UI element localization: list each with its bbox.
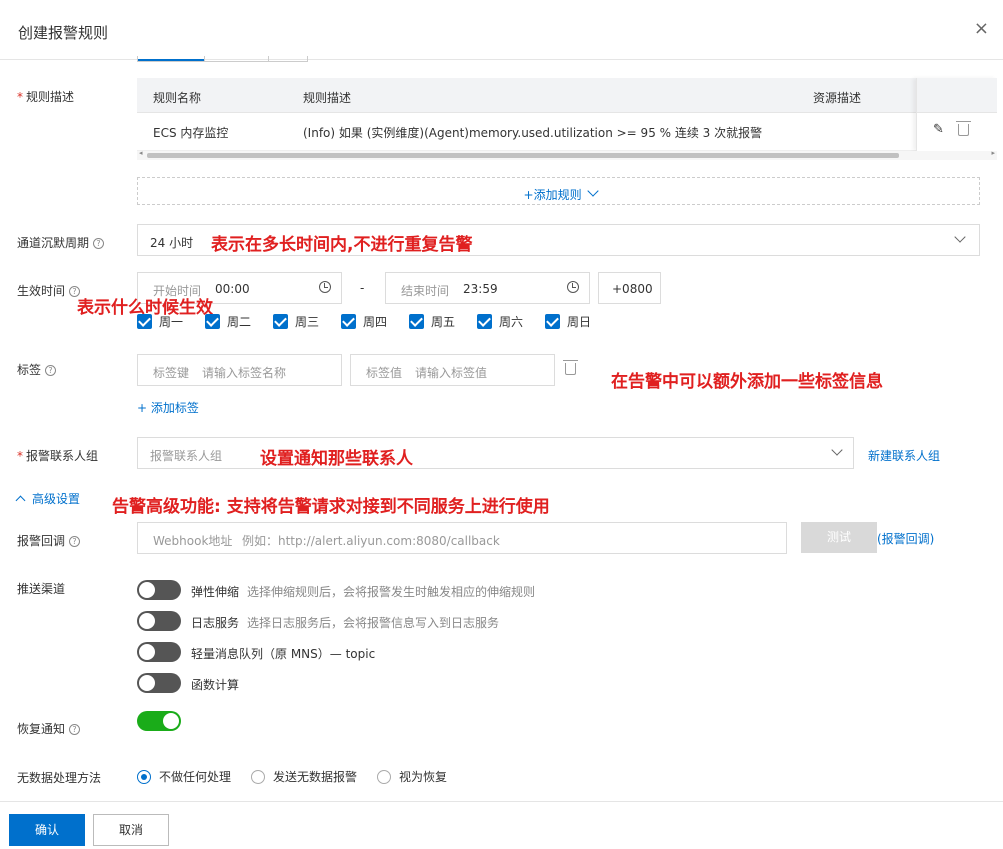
advanced-toggle[interactable]: 高级设置 — [15, 490, 80, 507]
silence-label: 通道沉默周期? — [17, 234, 105, 251]
confirm-button[interactable]: 确认 — [9, 814, 85, 846]
help-icon[interactable]: ? — [69, 724, 81, 735]
col-rule-desc: 规则描述 — [303, 91, 352, 105]
callback-link[interactable]: (报警回调) — [877, 530, 934, 547]
chevron-down-icon — [587, 185, 600, 197]
rule-desc-cell: (Info) 如果 (实例维度)(Agent)memory.used.utili… — [303, 126, 763, 140]
help-icon[interactable]: ? — [45, 365, 57, 376]
delete-icon[interactable] — [956, 121, 971, 136]
advanced-annotation: 告警高级功能: 支持将告警请求对接到不同服务上进行使用 — [112, 497, 550, 517]
callback-label: 报警回调? — [17, 532, 81, 549]
effective-label: 生效时间? — [17, 282, 81, 299]
nodata-label: 无数据处理方法 — [17, 771, 102, 785]
edit-icon[interactable]: ✎ — [933, 122, 944, 137]
channels-label: 推送渠道 — [17, 582, 66, 596]
col-resource-desc: 资源描述 — [813, 91, 862, 105]
webhook-input[interactable]: Webhook地址 例如：http://alert.aliyun.com:808… — [137, 522, 787, 554]
dialog-title: 创建报警规则 — [18, 24, 109, 42]
timezone-input[interactable]: +0800 — [598, 272, 661, 304]
rule-table: 规则名称 规则描述 资源描述 ECS 内存监控 (Info) 如果 (实例维度)… — [137, 78, 997, 160]
radio-nothing[interactable]: 不做任何处理 — [137, 768, 231, 785]
trash-icon[interactable] — [563, 360, 578, 375]
checkbox-thu[interactable]: 周四 — [341, 313, 387, 330]
chevron-up-icon — [15, 495, 26, 506]
channel-function-compute: 函数计算 — [191, 678, 240, 692]
tags-annotation: 在告警中可以额外添加一些标签信息 — [611, 372, 883, 392]
dialog-footer: 确认 取消 — [0, 801, 1003, 849]
rule-tabs[interactable] — [137, 56, 308, 62]
toggle-log-service[interactable] — [137, 611, 181, 631]
chevron-down-icon — [954, 231, 966, 243]
chevron-down-icon — [831, 444, 843, 456]
end-time-input[interactable]: 结束时间 23:59 — [385, 272, 590, 304]
dialog-header: 创建报警规则 × — [0, 0, 1003, 60]
action-column: ✎ — [916, 78, 997, 151]
tags-label: 标签? — [17, 361, 57, 378]
cancel-button[interactable]: 取消 — [93, 814, 169, 846]
rule-name-cell: ECS 内存监控 — [153, 126, 229, 140]
checkbox-mon[interactable]: 周一 — [137, 313, 183, 330]
toggle-autoscaling[interactable] — [137, 580, 181, 600]
contacts-select[interactable]: 报警联系人组 — [137, 437, 854, 469]
help-icon[interactable]: ? — [69, 536, 81, 547]
add-tag-link[interactable]: + 添加标签 — [137, 399, 199, 416]
recovery-label: 恢复通知? — [17, 720, 81, 737]
toggle-function-compute[interactable] — [137, 673, 181, 693]
contacts-annotation: 设置通知那些联系人 — [260, 449, 413, 469]
checkbox-sat[interactable]: 周六 — [477, 313, 523, 330]
checkbox-fri[interactable]: 周五 — [409, 313, 455, 330]
table-row: ECS 内存监控 (Info) 如果 (实例维度)(Agent)memory.u… — [137, 113, 997, 151]
tag-value-input[interactable]: 标签值 请输入标签值 — [350, 354, 555, 386]
help-icon[interactable]: ? — [93, 238, 105, 249]
add-rule-button[interactable]: +添加规则 — [137, 177, 980, 205]
clock-icon — [567, 281, 579, 293]
new-contact-group-link[interactable]: 新建联系人组 — [868, 447, 940, 464]
col-rule-name: 规则名称 — [153, 91, 202, 105]
channel-mns: 轻量消息队列（原 MNS）— topic — [191, 647, 376, 661]
time-separator: - — [360, 281, 365, 295]
silence-annotation: 表示在多长时间内,不进行重复告警 — [211, 235, 473, 255]
rules-label: * 规则描述 — [17, 90, 75, 104]
test-button[interactable]: 测试 — [801, 522, 877, 553]
horizontal-scrollbar[interactable]: ◂ ▸ — [137, 149, 997, 160]
channel-log-service: 日志服务 选择日志服务后，会将报警信息写入到日志服务 — [191, 616, 500, 630]
checkbox-sun[interactable]: 周日 — [545, 313, 591, 330]
checkbox-wed[interactable]: 周三 — [273, 313, 319, 330]
toggle-mns[interactable] — [137, 642, 181, 662]
rule-table-header: 规则名称 规则描述 资源描述 — [137, 78, 997, 113]
contacts-label: * 报警联系人组 — [17, 449, 99, 463]
checkbox-tue[interactable]: 周二 — [205, 313, 251, 330]
radio-send-nodata[interactable]: 发送无数据报警 — [251, 768, 357, 785]
close-icon[interactable]: × — [974, 18, 989, 39]
toggle-recovery[interactable] — [137, 711, 181, 731]
channel-autoscaling: 弹性伸缩 选择伸缩规则后，会将报警发生时触发相应的伸缩规则 — [191, 585, 536, 599]
tag-key-input[interactable]: 标签键 请输入标签名称 — [137, 354, 342, 386]
clock-icon — [319, 281, 331, 293]
radio-recover[interactable]: 视为恢复 — [377, 768, 447, 785]
